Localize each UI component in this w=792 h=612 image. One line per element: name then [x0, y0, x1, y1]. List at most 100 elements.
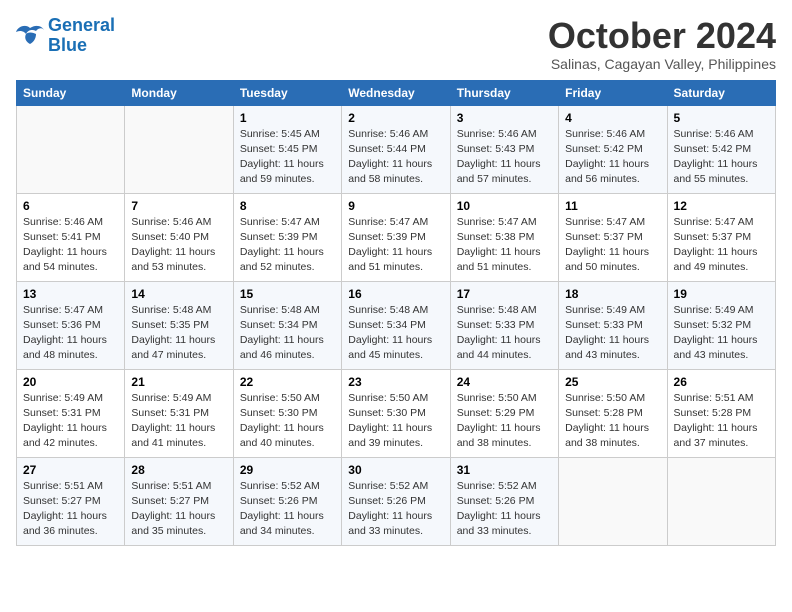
calendar-cell: [125, 105, 233, 193]
calendar-cell: 17 Sunrise: 5:48 AMSunset: 5:33 PMDayligh…: [450, 281, 558, 369]
day-info: Sunrise: 5:47 AMSunset: 5:37 PMDaylight:…: [565, 215, 660, 276]
day-number: 10: [457, 199, 552, 213]
calendar-cell: 5 Sunrise: 5:46 AMSunset: 5:42 PMDaylight…: [667, 105, 775, 193]
day-number: 4: [565, 111, 660, 125]
day-number: 3: [457, 111, 552, 125]
week-row-4: 20 Sunrise: 5:49 AMSunset: 5:31 PMDayligh…: [17, 369, 776, 457]
day-number: 9: [348, 199, 443, 213]
day-info: Sunrise: 5:49 AMSunset: 5:33 PMDaylight:…: [565, 303, 660, 364]
calendar-table: SundayMondayTuesdayWednesdayThursdayFrid…: [16, 80, 776, 546]
day-info: Sunrise: 5:49 AMSunset: 5:32 PMDaylight:…: [674, 303, 769, 364]
calendar-cell: 19 Sunrise: 5:49 AMSunset: 5:32 PMDayligh…: [667, 281, 775, 369]
day-number: 17: [457, 287, 552, 301]
day-number: 6: [23, 199, 118, 213]
logo: General Blue: [16, 16, 115, 56]
day-number: 29: [240, 463, 335, 477]
day-info: Sunrise: 5:48 AMSunset: 5:35 PMDaylight:…: [131, 303, 226, 364]
day-number: 14: [131, 287, 226, 301]
calendar-cell: 24 Sunrise: 5:50 AMSunset: 5:29 PMDayligh…: [450, 369, 558, 457]
day-info: Sunrise: 5:51 AMSunset: 5:27 PMDaylight:…: [131, 479, 226, 540]
calendar-cell: [559, 457, 667, 545]
day-info: Sunrise: 5:46 AMSunset: 5:40 PMDaylight:…: [131, 215, 226, 276]
location-subtitle: Salinas, Cagayan Valley, Philippines: [548, 56, 776, 72]
calendar-cell: 9 Sunrise: 5:47 AMSunset: 5:39 PMDaylight…: [342, 193, 450, 281]
day-info: Sunrise: 5:47 AMSunset: 5:38 PMDaylight:…: [457, 215, 552, 276]
week-row-2: 6 Sunrise: 5:46 AMSunset: 5:41 PMDaylight…: [17, 193, 776, 281]
day-info: Sunrise: 5:47 AMSunset: 5:37 PMDaylight:…: [674, 215, 769, 276]
day-info: Sunrise: 5:52 AMSunset: 5:26 PMDaylight:…: [348, 479, 443, 540]
calendar-cell: [667, 457, 775, 545]
header-row: SundayMondayTuesdayWednesdayThursdayFrid…: [17, 80, 776, 105]
calendar-cell: 14 Sunrise: 5:48 AMSunset: 5:35 PMDayligh…: [125, 281, 233, 369]
day-number: 23: [348, 375, 443, 389]
day-number: 11: [565, 199, 660, 213]
calendar-cell: 3 Sunrise: 5:46 AMSunset: 5:43 PMDaylight…: [450, 105, 558, 193]
day-info: Sunrise: 5:49 AMSunset: 5:31 PMDaylight:…: [131, 391, 226, 452]
column-header-wednesday: Wednesday: [342, 80, 450, 105]
calendar-cell: 15Sunrise: 5:48 AMSunset: 5:34 PMDayligh…: [233, 281, 341, 369]
column-header-tuesday: Tuesday: [233, 80, 341, 105]
calendar-cell: 8 Sunrise: 5:47 AMSunset: 5:39 PMDaylight…: [233, 193, 341, 281]
day-info: Sunrise: 5:47 AMSunset: 5:39 PMDaylight:…: [348, 215, 443, 276]
day-info: Sunrise: 5:46 AMSunset: 5:42 PMDaylight:…: [565, 127, 660, 188]
title-block: October 2024 Salinas, Cagayan Valley, Ph…: [548, 16, 776, 72]
day-info: Sunrise: 5:50 AMSunset: 5:29 PMDaylight:…: [457, 391, 552, 452]
calendar-cell: 12 Sunrise: 5:47 AMSunset: 5:37 PMDayligh…: [667, 193, 775, 281]
day-info: Sunrise: 5:46 AMSunset: 5:42 PMDaylight:…: [674, 127, 769, 188]
week-row-5: 27 Sunrise: 5:51 AMSunset: 5:27 PMDayligh…: [17, 457, 776, 545]
calendar-cell: 13 Sunrise: 5:47 AMSunset: 5:36 PMDayligh…: [17, 281, 125, 369]
day-number: 16: [348, 287, 443, 301]
day-info: Sunrise: 5:50 AMSunset: 5:30 PMDaylight:…: [240, 391, 335, 452]
calendar-cell: 25Sunrise: 5:50 AMSunset: 5:28 PMDayligh…: [559, 369, 667, 457]
day-number: 7: [131, 199, 226, 213]
day-info: Sunrise: 5:50 AMSunset: 5:30 PMDaylight:…: [348, 391, 443, 452]
calendar-cell: 27 Sunrise: 5:51 AMSunset: 5:27 PMDayligh…: [17, 457, 125, 545]
calendar-cell: 21 Sunrise: 5:49 AMSunset: 5:31 PMDayligh…: [125, 369, 233, 457]
calendar-cell: 1Sunrise: 5:45 AMSunset: 5:45 PMDaylight…: [233, 105, 341, 193]
day-info: Sunrise: 5:48 AMSunset: 5:33 PMDaylight:…: [457, 303, 552, 364]
day-number: 15: [240, 287, 335, 301]
calendar-cell: 11 Sunrise: 5:47 AMSunset: 5:37 PMDayligh…: [559, 193, 667, 281]
column-header-monday: Monday: [125, 80, 233, 105]
day-number: 31: [457, 463, 552, 477]
day-number: 20: [23, 375, 118, 389]
day-info: Sunrise: 5:52 AMSunset: 5:26 PMDaylight:…: [457, 479, 552, 540]
calendar-cell: 10 Sunrise: 5:47 AMSunset: 5:38 PMDayligh…: [450, 193, 558, 281]
day-info: Sunrise: 5:46 AMSunset: 5:41 PMDaylight:…: [23, 215, 118, 276]
day-info: Sunrise: 5:46 AMSunset: 5:44 PMDaylight:…: [348, 127, 443, 188]
calendar-cell: 28 Sunrise: 5:51 AMSunset: 5:27 PMDayligh…: [125, 457, 233, 545]
calendar-cell: 20Sunrise: 5:49 AMSunset: 5:31 PMDayligh…: [17, 369, 125, 457]
calendar-cell: 7 Sunrise: 5:46 AMSunset: 5:40 PMDaylight…: [125, 193, 233, 281]
calendar-cell: 4 Sunrise: 5:46 AMSunset: 5:42 PMDaylight…: [559, 105, 667, 193]
day-number: 25: [565, 375, 660, 389]
logo-general: General: [48, 15, 115, 35]
day-number: 13: [23, 287, 118, 301]
day-info: Sunrise: 5:47 AMSunset: 5:36 PMDaylight:…: [23, 303, 118, 364]
column-header-saturday: Saturday: [667, 80, 775, 105]
day-number: 12: [674, 199, 769, 213]
calendar-cell: 6 Sunrise: 5:46 AMSunset: 5:41 PMDaylight…: [17, 193, 125, 281]
calendar-cell: 22Sunrise: 5:50 AMSunset: 5:30 PMDayligh…: [233, 369, 341, 457]
day-number: 27: [23, 463, 118, 477]
calendar-cell: [17, 105, 125, 193]
day-info: Sunrise: 5:51 AMSunset: 5:28 PMDaylight:…: [674, 391, 769, 452]
day-number: 5: [674, 111, 769, 125]
column-header-thursday: Thursday: [450, 80, 558, 105]
day-info: Sunrise: 5:51 AMSunset: 5:27 PMDaylight:…: [23, 479, 118, 540]
column-header-friday: Friday: [559, 80, 667, 105]
calendar-cell: 16 Sunrise: 5:48 AMSunset: 5:34 PMDayligh…: [342, 281, 450, 369]
day-info: Sunrise: 5:47 AMSunset: 5:39 PMDaylight:…: [240, 215, 335, 276]
day-info: Sunrise: 5:45 AMSunset: 5:45 PMDaylight:…: [240, 127, 335, 188]
day-number: 21: [131, 375, 226, 389]
day-number: 30: [348, 463, 443, 477]
day-number: 24: [457, 375, 552, 389]
day-number: 19: [674, 287, 769, 301]
calendar-cell: 23 Sunrise: 5:50 AMSunset: 5:30 PMDayligh…: [342, 369, 450, 457]
calendar-cell: 18 Sunrise: 5:49 AMSunset: 5:33 PMDayligh…: [559, 281, 667, 369]
day-info: Sunrise: 5:46 AMSunset: 5:43 PMDaylight:…: [457, 127, 552, 188]
day-number: 8: [240, 199, 335, 213]
day-number: 28: [131, 463, 226, 477]
day-info: Sunrise: 5:48 AMSunset: 5:34 PMDaylight:…: [348, 303, 443, 364]
column-header-sunday: Sunday: [17, 80, 125, 105]
day-number: 18: [565, 287, 660, 301]
